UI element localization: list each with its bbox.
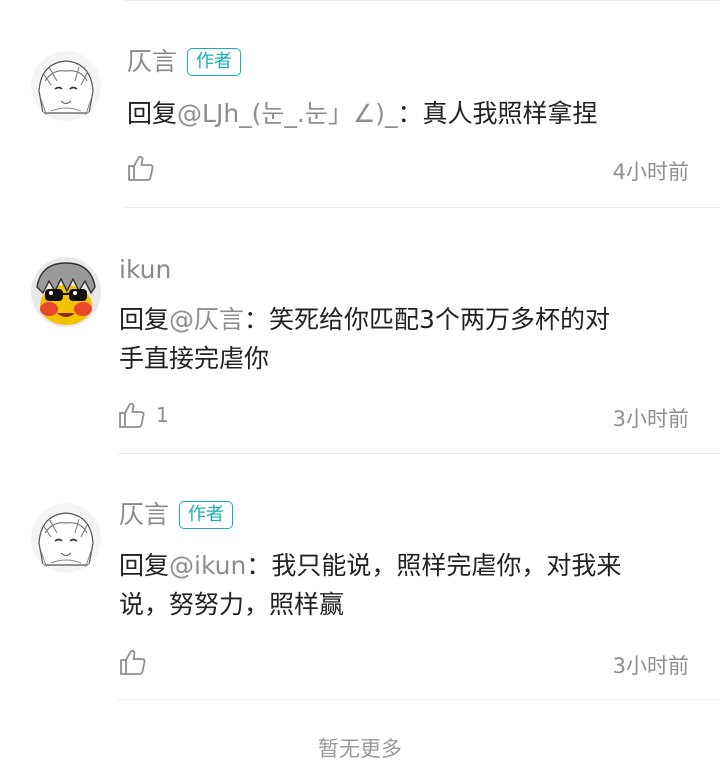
- comment-text-line: 笑死给你匹配3个两万多杯的对: [269, 305, 610, 334]
- author-line: ikun: [119, 255, 171, 285]
- reply-prefix: 回复: [119, 305, 170, 334]
- like-button[interactable]: [119, 648, 157, 676]
- author-name[interactable]: 仄言: [119, 500, 169, 530]
- thumbs-up-icon: [119, 402, 145, 428]
- mention-link[interactable]: @仄言: [169, 305, 244, 334]
- separator: ：: [244, 305, 270, 334]
- no-more-label: 暂无更多: [318, 737, 402, 761]
- avatar[interactable]: [31, 257, 101, 327]
- author-line: 仄言 作者: [119, 500, 234, 530]
- avatar[interactable]: [31, 51, 101, 121]
- divider-top: [125, 0, 720, 1]
- comment-body[interactable]: 回复@LJh_(눈_.눈」∠)_：真人我照样拿捏: [127, 94, 697, 133]
- thumbs-up-icon: [120, 649, 146, 675]
- mention-link[interactable]: @LJh_(눈_.눈」∠)_: [177, 99, 398, 128]
- comment-text: 真人我照样拿捏: [422, 99, 598, 128]
- reply-prefix: 回复: [127, 99, 178, 128]
- timestamp: 3小时前: [612, 654, 689, 678]
- like-count: 1: [156, 403, 169, 427]
- author-badge: 作者: [179, 501, 234, 529]
- anime-girl-avatar-icon: [31, 51, 101, 121]
- thumbs-up-icon: [128, 155, 154, 181]
- mention-link[interactable]: @ikun: [169, 551, 246, 580]
- author-name[interactable]: ikun: [119, 255, 171, 285]
- comment-text-line: 说，努努力，照样赢: [119, 590, 345, 619]
- divider: [118, 699, 720, 700]
- separator: ：: [246, 551, 272, 580]
- reply-prefix: 回复: [119, 551, 170, 580]
- cartoon-avatar-icon: [31, 257, 101, 327]
- author-name[interactable]: 仄言: [127, 47, 177, 77]
- author-badge: 作者: [187, 48, 242, 76]
- author-line: 仄言 作者: [127, 47, 242, 77]
- comment-body[interactable]: 回复@ikun：我只能说，照样完虐你，对我来 说，努努力，照样赢: [119, 546, 699, 624]
- comment-text-line: 我只能说，照样完虐你，对我来: [271, 551, 622, 580]
- like-button[interactable]: [127, 154, 165, 182]
- avatar[interactable]: [31, 503, 101, 573]
- timestamp: 3小时前: [612, 407, 689, 431]
- separator: ：: [397, 99, 423, 128]
- comment-body[interactable]: 回复@仄言：笑死给你匹配3个两万多杯的对 手直接完虐你: [119, 300, 699, 378]
- like-button[interactable]: 1: [118, 401, 169, 429]
- divider: [125, 207, 720, 208]
- comment-thread: 仄言 作者 回复@LJh_(눈_.눈」∠)_：真人我照样拿捏 4小时前 ikun…: [0, 0, 720, 772]
- comment-text-line: 手直接完虐你: [119, 344, 270, 373]
- anime-girl-avatar-icon: [31, 503, 101, 573]
- divider: [118, 453, 720, 454]
- timestamp: 4小时前: [612, 160, 689, 184]
